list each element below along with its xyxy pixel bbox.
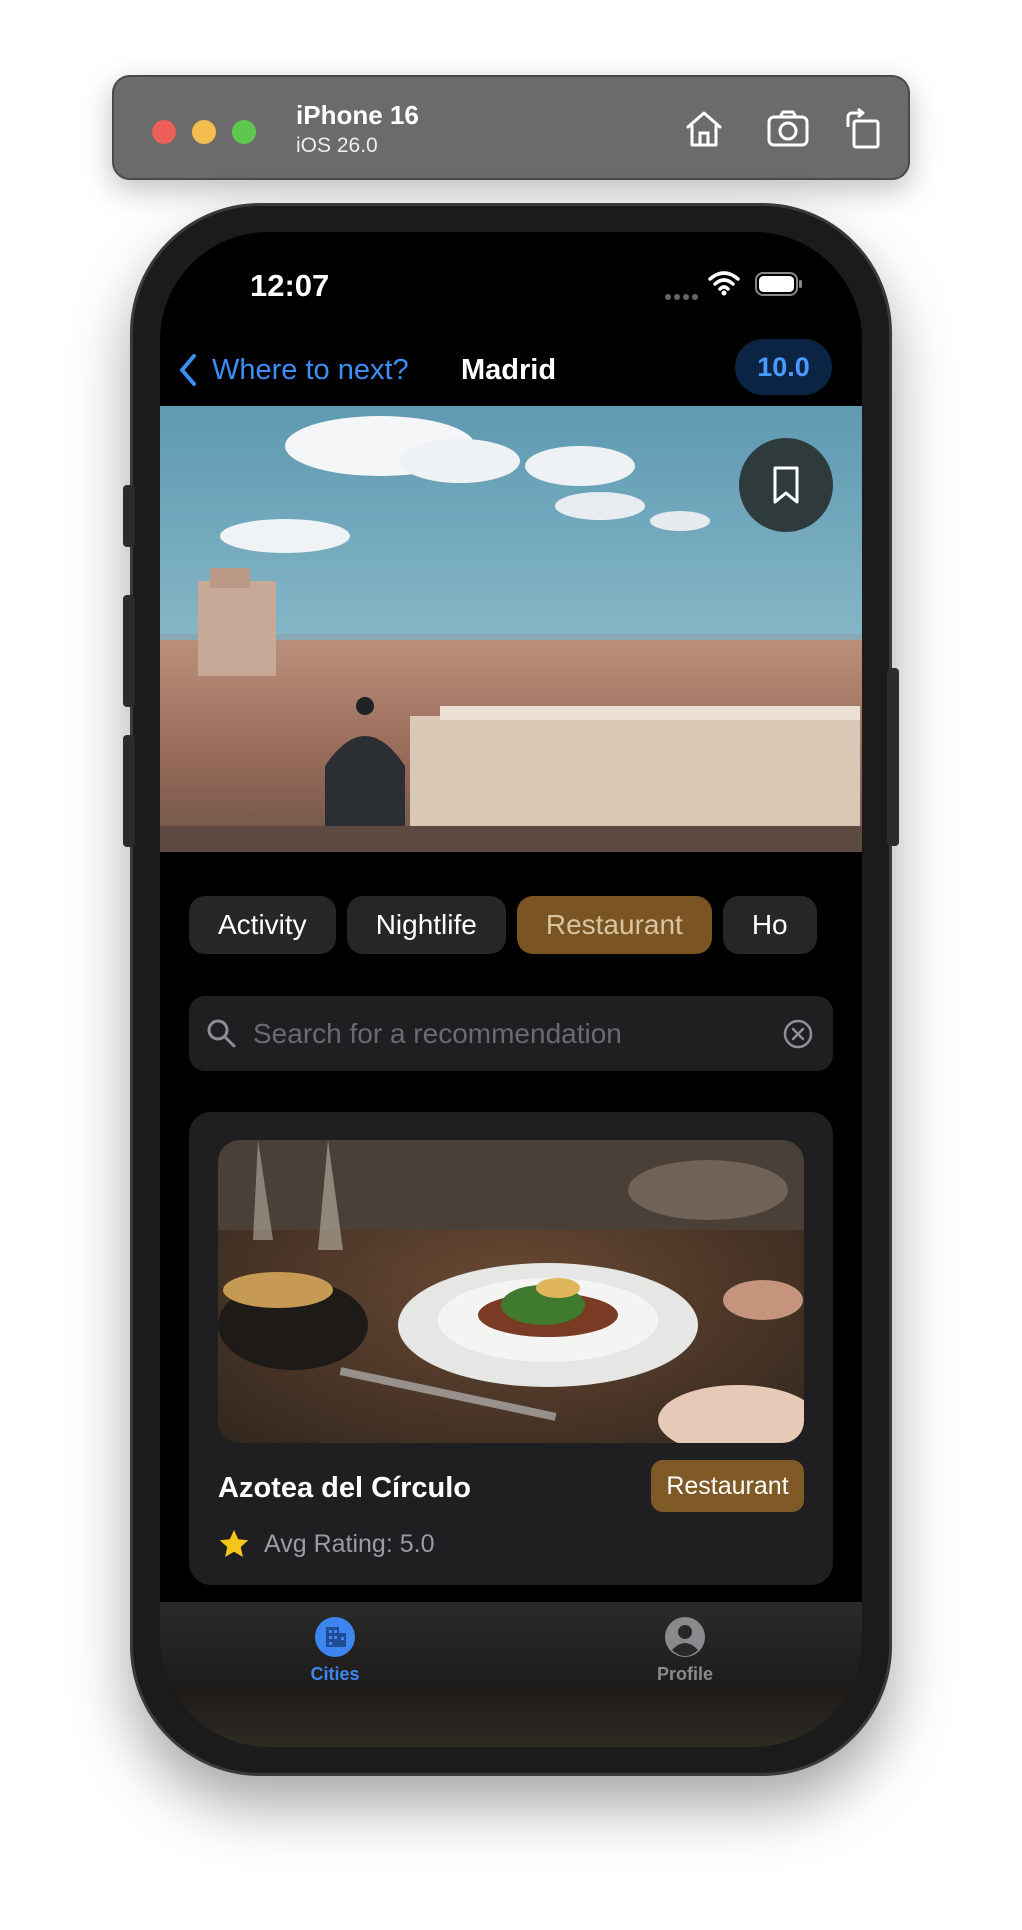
volume-down-button <box>123 735 135 847</box>
tab-bar: Cities Profile <box>160 1602 862 1747</box>
zoom-window-button[interactable] <box>232 120 256 144</box>
rotate-icon[interactable] <box>840 105 888 153</box>
status-time: 12:07 <box>250 268 330 303</box>
bookmark-icon <box>773 466 799 504</box>
action-button <box>123 485 135 547</box>
rating-text: Avg Rating: 5.0 <box>264 1529 435 1558</box>
bookmark-button[interactable] <box>739 438 833 532</box>
screenshot-icon[interactable] <box>764 105 812 153</box>
chevron-left-icon <box>180 354 196 386</box>
wifi-icon <box>708 270 740 296</box>
simulator-toolbar: iPhone 16 iOS 26.0 <box>112 75 910 180</box>
tab-cities-label: Cities <box>310 1664 360 1684</box>
chip-nightlife[interactable]: Nightlife <box>346 896 506 954</box>
power-button <box>887 668 899 846</box>
clear-search-icon[interactable] <box>782 1018 814 1050</box>
close-window-button[interactable] <box>152 120 176 144</box>
chip-restaurant[interactable]: Restaurant <box>516 896 712 954</box>
volume-up-button <box>123 595 135 707</box>
search-bar <box>189 996 833 1071</box>
recommendation-card[interactable]: Azotea del Círculo Restaurant Avg Rating… <box>189 1112 833 1585</box>
building-icon <box>315 1617 355 1657</box>
page-title: Madrid <box>461 354 557 386</box>
tab-cities[interactable]: Cities <box>275 1616 395 1696</box>
app-screen: 12:07 Where to next? Madrid 10.0 Activit… <box>160 232 862 1747</box>
back-button[interactable]: Where to next? <box>176 350 409 390</box>
person-circle-icon <box>665 1617 705 1657</box>
tab-profile[interactable]: Profile <box>625 1616 745 1696</box>
category-filter-chips: Activity Nightlife Restaurant Ho <box>189 896 833 954</box>
chip-hotel[interactable]: Ho <box>722 896 817 954</box>
recommendation-image <box>218 1140 804 1443</box>
city-score-badge: 10.0 <box>735 339 832 395</box>
rating-row: Avg Rating: 5.0 <box>218 1524 434 1564</box>
recommendation-title: Azotea del Círculo <box>218 1472 471 1504</box>
chip-activity[interactable]: Activity <box>189 896 336 954</box>
device-os-version: iOS 26.0 <box>296 134 378 157</box>
search-icon <box>207 1019 236 1048</box>
tab-profile-label: Profile <box>656 1664 713 1684</box>
minimize-window-button[interactable] <box>192 120 216 144</box>
home-icon[interactable] <box>680 105 728 153</box>
battery-icon <box>755 272 803 296</box>
category-badge: Restaurant <box>651 1460 804 1512</box>
device-name: iPhone 16 <box>296 100 419 130</box>
search-input[interactable] <box>251 996 771 1071</box>
star-icon <box>219 1530 249 1557</box>
back-button-label: Where to next? <box>212 353 409 386</box>
cellular-signal-icon <box>665 287 701 300</box>
